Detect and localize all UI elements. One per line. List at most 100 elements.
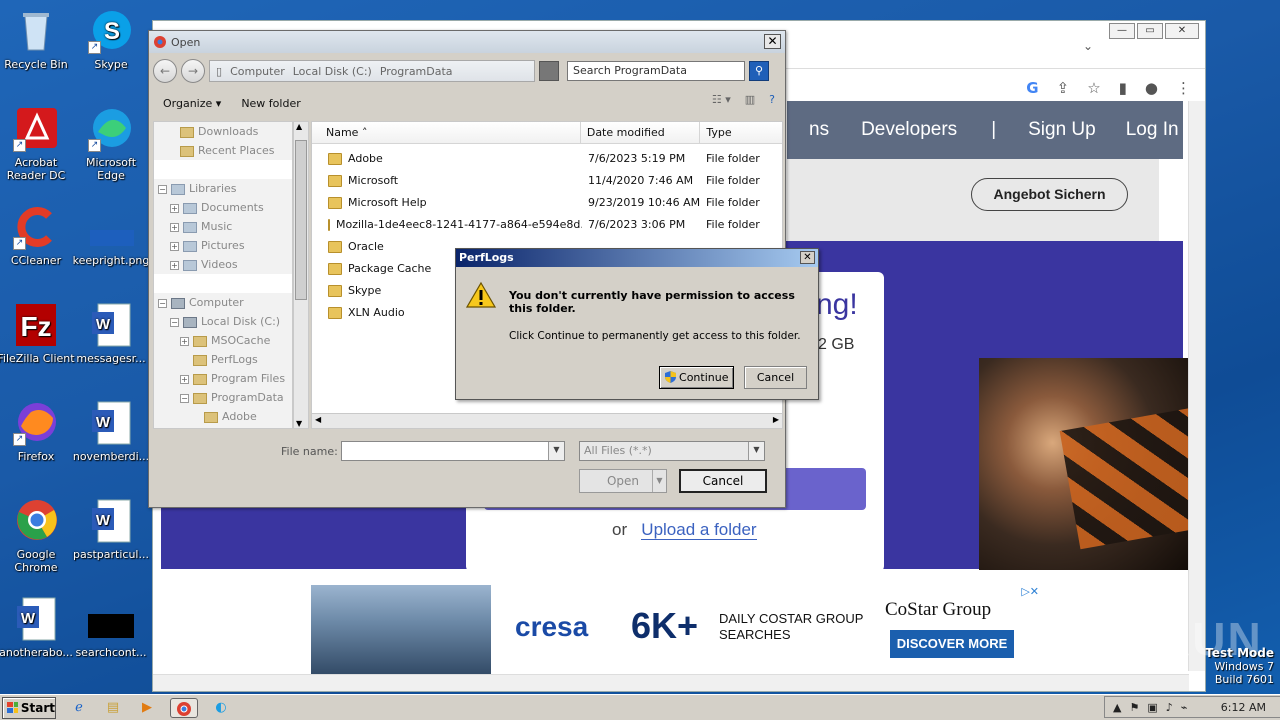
nav-item-pictures[interactable]: + Pictures [154,236,292,255]
column-header-date-modified[interactable]: Date modified [581,122,701,143]
file-row[interactable]: Microsoft 11/4/2020 7:46 AM File folder [312,170,782,192]
forward-button[interactable]: → [181,59,205,83]
scroll-right-arrow-icon[interactable]: ▶ [773,415,779,424]
dialog-close-button[interactable]: ✕ [764,34,781,49]
google-icon[interactable]: G [1026,79,1038,97]
advertisement-banner[interactable]: cresa 6K+ DAILY COSTAR GROUP SEARCHES Co… [311,585,1039,675]
scrollbar-thumb[interactable] [295,140,307,300]
refresh-button[interactable] [539,61,559,81]
nav-item-programdata[interactable]: − ProgramData [154,388,292,407]
desktop-icon-firefox[interactable]: ↗ Firefox [0,400,75,463]
clock[interactable]: 6:12 AM [1221,701,1266,714]
nav-item-plans[interactable]: ns [809,119,829,141]
breadcrumb[interactable]: ▯ Computer Local Disk (C:) ProgramData [209,60,535,82]
file-explorer-icon[interactable]: ▤ [102,698,124,718]
desktop-icon-pastparticiple-doc[interactable]: W pastparticul... [72,498,150,561]
desktop-icon-chrome[interactable]: Google Chrome [0,498,75,574]
help-icon[interactable]: ? [769,93,775,106]
desktop-icon-another-doc[interactable]: W anotherabo... [0,596,75,659]
start-button[interactable]: Start [2,696,56,719]
scroll-down-arrow-icon[interactable]: ▼ [296,419,302,428]
close-window-button[interactable]: ✕ [1165,23,1199,39]
upload-folder-link[interactable]: Upload a folder [641,520,757,540]
search-icon[interactable]: ⚲ [749,61,769,81]
edge-taskbar-icon[interactable]: ◐ [210,698,232,718]
nav-item-music[interactable]: + Music [154,217,292,236]
scroll-up-arrow-icon[interactable]: ▲ [296,122,302,131]
file-type-select[interactable]: All Files (*.*) ▼ [579,441,765,461]
column-header-name[interactable]: Name ˄ [312,122,581,143]
maximize-button[interactable]: ▭ [1137,23,1163,39]
nav-item-recent-places[interactable]: Recent Places [154,141,292,160]
nav-item-libraries[interactable]: − Libraries [154,179,292,198]
view-options-icon[interactable]: ☷ ▾ [712,93,731,106]
desktop-icon-keepright[interactable]: keepright.png [72,204,150,267]
nav-item-msocache[interactable]: + MSOCache [154,331,292,350]
minimize-button[interactable]: — [1109,23,1135,39]
file-row[interactable]: Mozilla-1de4eec8-1241-4177-a864-e594e8d.… [312,214,782,236]
nav-item-adobe[interactable]: Adobe [154,407,292,426]
tab-search-chevron-icon[interactable]: ⌄ [1083,39,1093,53]
desktop-icon-messages-doc[interactable]: W messagesr... [72,302,150,365]
chevron-down-icon[interactable]: ▼ [652,470,666,492]
preview-pane-icon[interactable]: ▥ [745,93,755,106]
nav-item-downloads[interactable]: Downloads [154,122,292,141]
action-center-icon[interactable]: ⚑ [1129,701,1139,714]
nav-item-sign-up[interactable]: Sign Up [1028,119,1096,141]
breadcrumb-item[interactable]: Computer [230,65,285,78]
media-player-icon[interactable]: ▶ [136,698,158,718]
navigation-pane-scrollbar[interactable]: ▲ ▼ [293,121,309,429]
tray-expand-icon[interactable]: ▲ [1113,701,1121,714]
nav-item-videos[interactable]: + Videos [154,255,292,274]
share-icon[interactable]: ⇪ [1057,79,1070,97]
file-list-horizontal-scrollbar[interactable]: ◀ ▶ [311,413,783,429]
cancel-button[interactable]: Cancel [679,469,767,493]
nav-item-local-disk[interactable]: − Local Disk (C:) [154,312,292,331]
file-row[interactable]: Adobe 7/6/2023 5:19 PM File folder [312,148,782,170]
new-folder-button[interactable]: New folder [241,97,300,110]
search-input[interactable]: Search ProgramData [567,61,745,81]
browser-horizontal-scrollbar[interactable] [153,674,1189,691]
desktop-icon-ccleaner[interactable]: ↗ CCleaner [0,204,75,267]
nav-item-documents[interactable]: + Documents [154,198,292,217]
browser-vertical-scrollbar[interactable] [1188,101,1205,671]
chevron-down-icon[interactable]: ▼ [548,442,564,460]
internet-explorer-icon[interactable]: ℯ [68,698,90,718]
nav-item-program-files[interactable]: + Program Files [154,369,292,388]
permission-dialog-close-button[interactable]: ✕ [800,251,815,264]
nav-item-developers[interactable]: Developers [861,119,957,141]
column-header-type[interactable]: Type [700,122,782,143]
nav-item-perflogs[interactable]: PerfLogs [154,350,292,369]
desktop-icon-searchcont[interactable]: searchcont... [72,596,150,659]
breadcrumb-item[interactable]: Local Disk (C:) [293,65,372,78]
file-row[interactable]: Microsoft Help 9/23/2019 10:46 AM File fol… [312,192,782,214]
power-icon[interactable]: ⌁ [1181,701,1188,714]
permission-dialog-title[interactable]: PerfLogs [456,249,818,267]
open-button[interactable]: Open ▼ [579,469,667,493]
breadcrumb-item[interactable]: ProgramData [380,65,453,78]
network-icon[interactable]: ▣ [1147,701,1157,714]
desktop-icon-acrobat[interactable]: ↗ Acrobat Reader DC [0,106,75,182]
organize-button[interactable]: Organize ▾ [163,97,221,110]
back-button[interactable]: ← [153,59,177,83]
bookmark-star-icon[interactable]: ☆ [1087,79,1100,97]
profile-avatar-icon[interactable]: ● [1145,79,1158,97]
continue-button[interactable]: Continue [659,366,734,389]
taskbar-chrome-button[interactable] [170,697,198,718]
scroll-left-arrow-icon[interactable]: ◀ [315,415,321,424]
sidepanel-icon[interactable]: ▮ [1119,79,1127,97]
volume-icon[interactable]: ♪ [1166,701,1173,714]
ad-choices-icon[interactable]: ▷✕ [1021,585,1039,598]
desktop-icon-skype[interactable]: S ↗ Skype [72,8,150,71]
nav-item-log-in[interactable]: Log In [1126,119,1179,141]
desktop-icon-edge[interactable]: ↗ Microsoft Edge [72,106,150,182]
menu-kebab-icon[interactable]: ⋮ [1176,79,1191,97]
dialog-titlebar[interactable]: Open [149,31,785,53]
permission-cancel-button[interactable]: Cancel [744,366,807,389]
desktop-icon-filezilla[interactable]: Fz FileZilla Client [0,302,75,365]
desktop-icon-november-doc[interactable]: W novemberdi... [72,400,150,463]
nav-item-computer[interactable]: − Computer [154,293,292,312]
chevron-down-icon[interactable]: ▼ [748,442,764,460]
ad-discover-more-button[interactable]: DISCOVER MORE [890,630,1014,658]
file-name-input[interactable]: ▼ [341,441,565,461]
